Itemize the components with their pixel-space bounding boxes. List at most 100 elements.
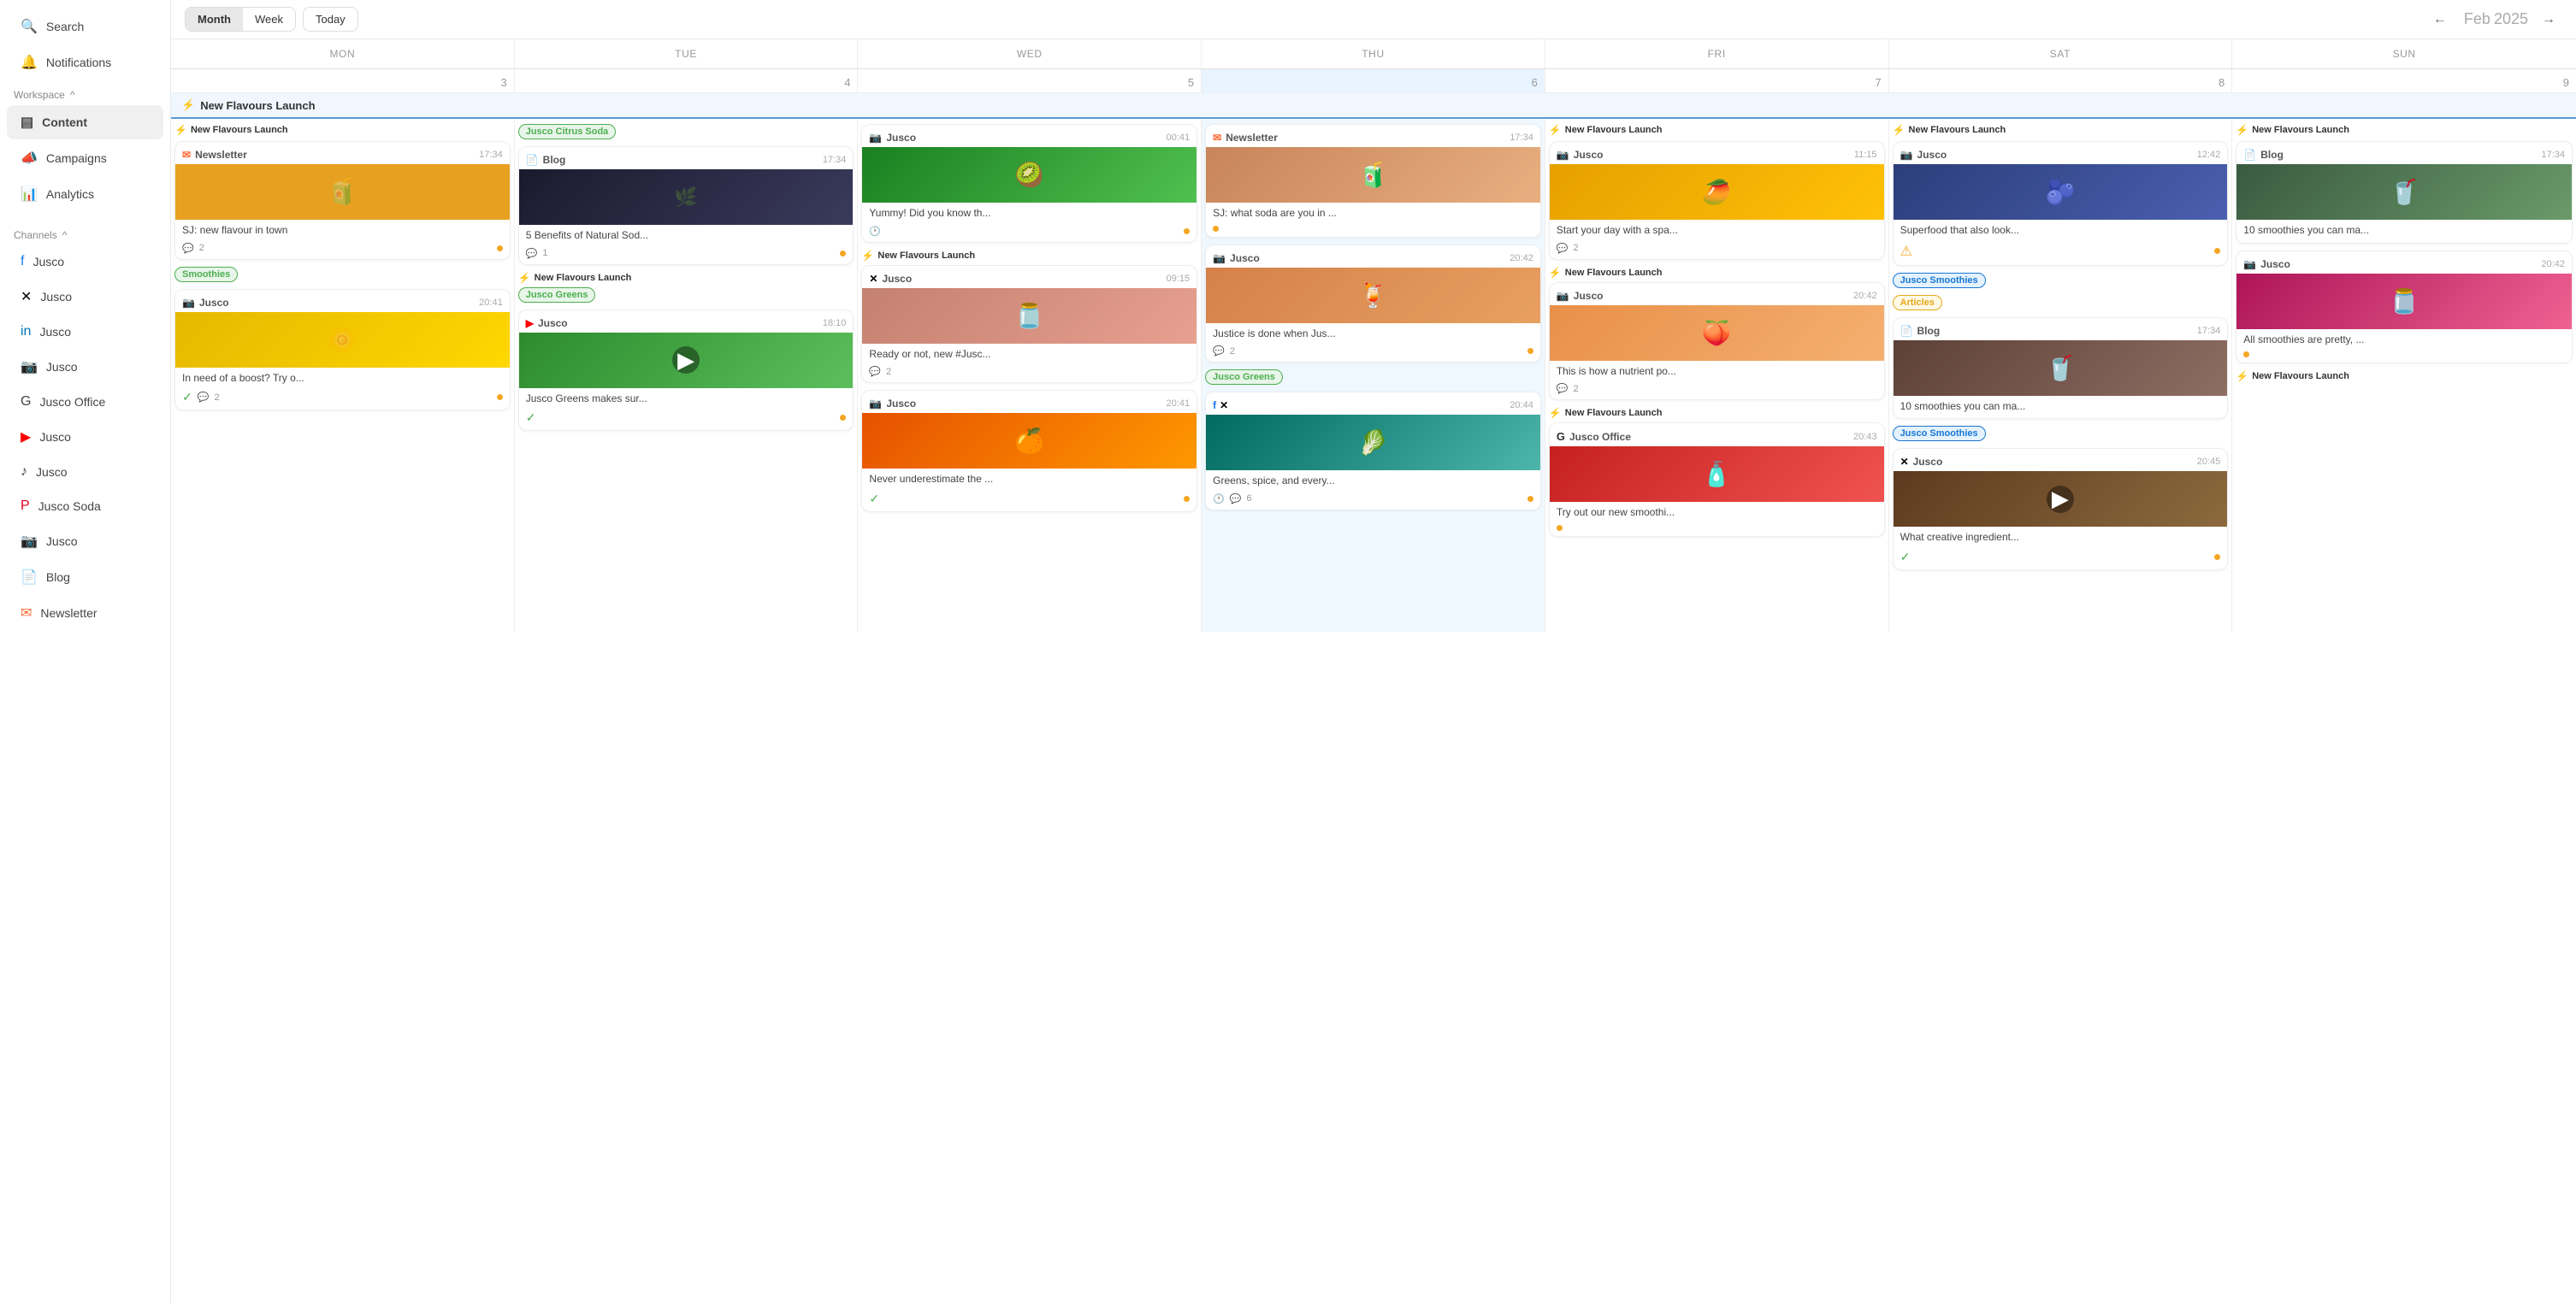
card-text: Superfood that also look... (1894, 220, 2228, 243)
newsletter-platform-icon: ✉ (182, 149, 191, 161)
sidebar-item-jusco-office[interactable]: G Jusco Office (7, 386, 163, 418)
card-text: 10 smoothies you can ma... (2236, 220, 2572, 243)
card-wed-tw[interactable]: ✕ Jusco 09:15 🫙 Ready or not, new #Jusc.… (861, 265, 1197, 384)
card-tue-blog[interactable]: 📄 Blog 17:34 🌿 5 Benefits of Natural Sod… (518, 146, 854, 265)
lightning-small: ⚡ (518, 272, 531, 284)
campaign-name-fri3: New Flavours Launch (1565, 408, 1663, 418)
card-sat-ig1[interactable]: 📷 Jusco 12:42 🫐 Superfood that also look… (1893, 141, 2229, 266)
campaign-label-mon: ⚡ New Flavours Launch (174, 124, 511, 136)
today-button[interactable]: Today (303, 7, 358, 32)
card-text: SJ: what soda are you in ... (1206, 203, 1540, 226)
card-image: 🥤 (1894, 340, 2228, 396)
sidebar-item-jusco-li[interactable]: in Jusco (7, 315, 163, 348)
card-thu-newsletter[interactable]: ✉ Newsletter 17:34 🧃 SJ: what soda are y… (1205, 124, 1541, 238)
card-sun-ig[interactable]: 📷 Jusco 20:42 🫙 All smoothies are pretty… (2236, 251, 2573, 364)
youtube-icon: ▶ (21, 428, 31, 445)
card-header: ✉ Newsletter 17:34 (1206, 125, 1540, 147)
channel-label: Jusco (39, 430, 71, 444)
greens-tag: Jusco Greens (518, 287, 596, 303)
linkedin-icon: in (21, 324, 31, 339)
platform-label: 📷 Jusco (869, 132, 916, 144)
smoothies-group: Smoothies 📷 Jusco 20:41 🌼 In need of a b… (174, 267, 511, 411)
week-button[interactable]: Week (243, 8, 295, 31)
card-mon-smoothies[interactable]: 📷 Jusco 20:41 🌼 In need of a boost? Try … (174, 289, 511, 411)
view-toggle: Month Week (185, 7, 296, 32)
sidebar-item-jusco-soda[interactable]: P Jusco Soda (7, 490, 163, 522)
card-header: 📷 Jusco 00:41 (862, 125, 1196, 147)
platform-name: Blog (543, 154, 566, 166)
sidebar-item-jusco-tk[interactable]: ♪ Jusco (7, 456, 163, 488)
card-wed-ig2-group: 📷 Jusco 20:41 🍊 Never underestimate the … (861, 390, 1197, 512)
campaign-label-wed: ⚡ New Flavours Launch (861, 250, 1197, 262)
sidebar-item-campaigns[interactable]: 📣 Campaigns (7, 141, 163, 175)
col-tue: Jusco Citrus Soda 📄 Blog 17:34 🌿 5 Benef… (515, 119, 859, 632)
card-image: 🌼 (175, 312, 510, 368)
tag-smoothies-sat: Jusco Smoothies Articles 📄 Blog 17:34 (1893, 273, 2229, 420)
card-wed-ig2[interactable]: 📷 Jusco 20:41 🍊 Never underestimate the … (861, 390, 1197, 512)
lightning-small: ⚡ (174, 124, 187, 136)
card-header: 📄 Blog 17:34 (1894, 318, 2228, 340)
card-thu-ig-group: 📷 Jusco 20:42 🍹 Justice is done when Jus… (1205, 245, 1541, 363)
card-fri-ig1[interactable]: 📷 Jusco 11:15 🥭 Start your day with a sp… (1549, 141, 1885, 260)
clock-icon: 🕐 (869, 226, 881, 237)
month-button[interactable]: Month (186, 8, 243, 31)
next-button[interactable]: → (2535, 9, 2562, 31)
lightning-small: ⚡ (861, 250, 874, 262)
nav-controls: ← Feb2025 → (2426, 9, 2562, 31)
card-image: ▶ (519, 333, 854, 388)
campaign-name-mon: New Flavours Launch (191, 125, 288, 135)
card-sun-blog[interactable]: 📄 Blog 17:34 🥤 10 smoothies you can ma..… (2236, 141, 2573, 244)
sidebar-item-search[interactable]: 🔍 Search (7, 9, 163, 44)
comment-icon: 💬 (526, 248, 538, 259)
sidebar-item-notifications[interactable]: 🔔 Notifications (7, 45, 163, 80)
blog-icon: 📄 (1900, 325, 1913, 337)
sidebar-item-jusco-ig[interactable]: 📷 Jusco (7, 350, 163, 384)
search-icon: 🔍 (21, 18, 38, 35)
card-sat-ig2[interactable]: ✕ Jusco 20:45 ▶ What creative ingredient… (1893, 448, 2229, 570)
sidebar-item-analytics[interactable]: 📊 Analytics (7, 177, 163, 211)
platform-label: 📄 Blog (1900, 325, 1941, 337)
tiktok-icon: ♪ (21, 464, 27, 480)
card-sun-ig-group: 📷 Jusco 20:42 🫙 All smoothies are pretty… (2236, 251, 2573, 364)
card-sat-blog[interactable]: 📄 Blog 17:34 🥤 10 smoothies you can ma..… (1893, 317, 2229, 420)
sidebar-item-jusco-fb[interactable]: f Jusco (7, 245, 163, 278)
megaphone-icon: 📣 (21, 150, 38, 167)
analytics-label: Analytics (46, 187, 94, 201)
card-footer: 💬 2 (1550, 383, 1884, 399)
tag-smoothies: Smoothies (174, 267, 511, 286)
card-time: 12:42 (2197, 150, 2221, 160)
card-header: f ✕ 20:44 (1206, 392, 1540, 415)
card-sat-ig2-group: Jusco Smoothies ✕ Jusco 20:45 ▶ (1893, 426, 2229, 570)
channel-label: Jusco (46, 534, 78, 548)
card-footer (1550, 525, 1884, 536)
comment-count: 2 (199, 243, 204, 253)
card-thu-ig[interactable]: 📷 Jusco 20:42 🍹 Justice is done when Jus… (1205, 245, 1541, 363)
campaign-label-fri3: ⚡ New Flavours Launch G Jusco Office 20:… (1549, 407, 1885, 537)
card-wed-ig1[interactable]: 📷 Jusco 00:41 🥝 Yummy! Did you know th..… (861, 124, 1197, 243)
card-footer: 🕐 💬 6 (1206, 493, 1540, 510)
sidebar-item-jusco-ig2[interactable]: 📷 Jusco (7, 524, 163, 558)
sidebar-item-jusco-tw[interactable]: ✕ Jusco (7, 280, 163, 314)
card-mon-newsletter[interactable]: ✉ Newsletter 17:34 🧃 SJ: new flavour in … (174, 141, 511, 260)
card-header: 📷 Jusco 11:15 (1550, 142, 1884, 164)
instagram-icon: 📷 (21, 358, 38, 375)
card-fri-ig2[interactable]: 📷 Jusco 20:42 🍑 This is how a nutrient p… (1549, 282, 1885, 401)
sidebar-item-content[interactable]: ▤ Content (7, 105, 163, 139)
card-image: 🌿 (519, 169, 854, 225)
channel-label: Jusco Office (39, 395, 105, 409)
blog-icon: 📄 (21, 569, 38, 586)
platform-label: 📄 Blog (526, 154, 566, 166)
prev-button[interactable]: ← (2426, 9, 2454, 31)
platform-label: G Jusco Office (1557, 430, 1631, 443)
sidebar-item-jusco-yt[interactable]: ▶ Jusco (7, 420, 163, 454)
blog-icon: 📄 (2243, 149, 2256, 161)
sidebar-item-blog[interactable]: 📄 Blog (7, 560, 163, 594)
card-fri-office[interactable]: G Jusco Office 20:43 🧴 Try out our new s… (1549, 422, 1885, 537)
platform-name: Jusco (1574, 290, 1604, 302)
newsletter-icon: ✉ (21, 604, 32, 622)
card-thu-multi[interactable]: f ✕ 20:44 🥬 Greens, spice, and every... … (1205, 392, 1541, 510)
sidebar-item-newsletter[interactable]: ✉ Newsletter (7, 596, 163, 630)
card-tue-yt[interactable]: ▶ Jusco 18:10 ▶ Jusco Greens makes sur..… (518, 310, 854, 432)
col-wed: 📷 Jusco 00:41 🥝 Yummy! Did you know th..… (858, 119, 1202, 632)
platform-label: 📷 Jusco (1557, 149, 1604, 161)
